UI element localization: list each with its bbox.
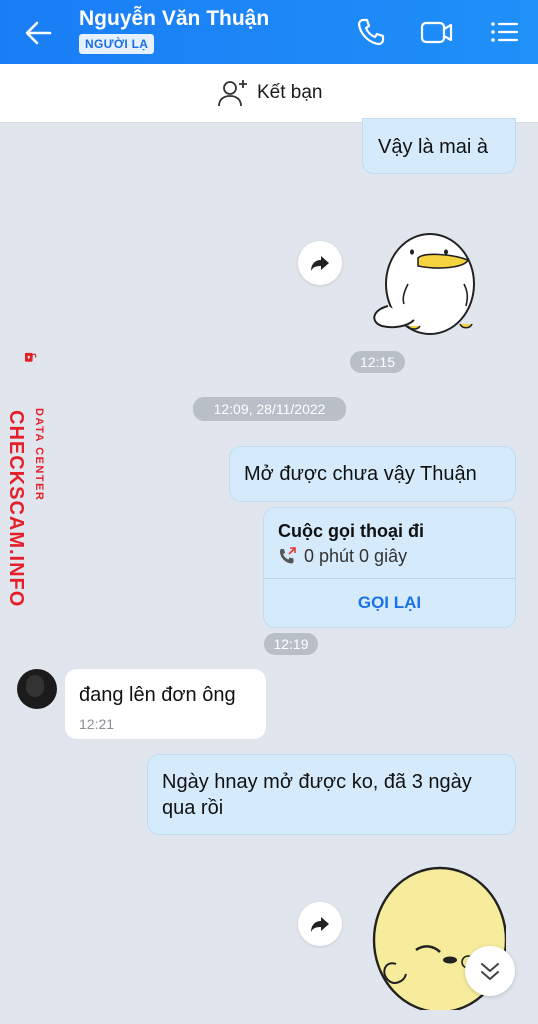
video-call-icon[interactable]	[418, 14, 454, 50]
call-log-card[interactable]: Cuộc gọi thoại đi 0 phút 0 giây GỌI LẠI	[263, 507, 516, 628]
chat-header: Nguyễn Văn Thuận NGƯỜI LẠ	[0, 0, 538, 64]
avatar[interactable]	[17, 669, 57, 709]
call-duration: 0 phút 0 giây	[304, 546, 408, 566]
contact-name[interactable]: Nguyễn Văn Thuận	[79, 7, 269, 31]
message-time: 12:15	[350, 351, 405, 373]
outgoing-call-icon	[280, 547, 296, 564]
share-arrow-icon	[311, 917, 329, 932]
message-text: Ngày hnay mở được ko, đã 3 ngày qua rồi	[162, 771, 472, 819]
menu-list-icon[interactable]	[486, 14, 522, 50]
watermark-subtext: DATA CENTER	[33, 408, 45, 502]
stranger-badge: NGƯỜI LẠ	[79, 34, 155, 54]
share-arrow-icon	[311, 256, 329, 271]
add-user-icon	[218, 80, 247, 107]
double-chevron-down-icon	[481, 963, 499, 980]
duck-sticker[interactable]	[368, 226, 490, 338]
message-text: Vậy là mai à	[378, 136, 489, 158]
message-bubble-out[interactable]: Ngày hnay mở được ko, đã 3 ngày qua rồi	[147, 754, 516, 835]
forward-button[interactable]	[298, 902, 342, 946]
call-back-button[interactable]: GỌI LẠI	[264, 579, 515, 627]
message-bubble-out[interactable]: Vậy là mai à	[362, 118, 516, 174]
add-friend-bar: Kết bạn	[0, 64, 538, 123]
message-bubble-in[interactable]: đang lên đơn ông 12:21	[65, 669, 266, 739]
forward-button[interactable]	[298, 241, 342, 285]
scroll-to-bottom-button[interactable]	[465, 946, 515, 996]
phone-call-icon[interactable]	[353, 14, 389, 50]
message-time: 12:19	[264, 633, 318, 655]
add-friend-label: Kết bạn	[257, 82, 323, 103]
date-separator: 12:09, 28/11/2022	[193, 397, 346, 421]
watermark-lock-icon	[25, 352, 37, 362]
back-arrow-icon[interactable]	[22, 16, 56, 50]
add-friend-button[interactable]: Kết bạn	[217, 77, 323, 109]
message-text: Mở được chưa vậy Thuận	[244, 463, 477, 485]
message-bubble-out[interactable]: Mở được chưa vậy Thuận	[229, 446, 516, 502]
message-text: đang lên đơn ông	[79, 684, 236, 706]
watermark-text: CHECKSCAM.INFO	[5, 410, 27, 608]
message-time: 12:21	[79, 716, 115, 732]
call-title: Cuộc gọi thoại đi	[278, 521, 424, 541]
